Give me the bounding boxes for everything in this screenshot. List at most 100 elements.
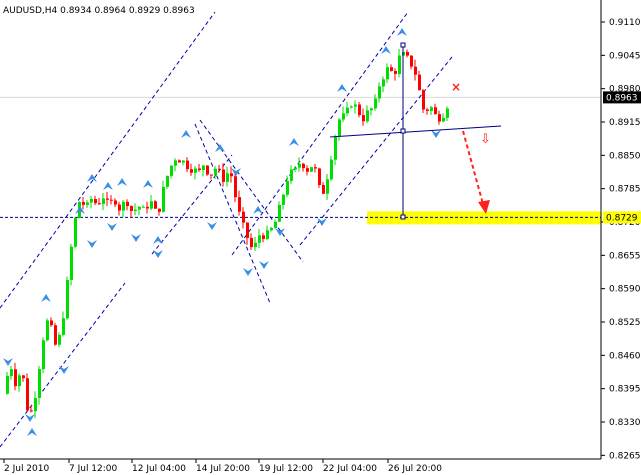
candle-body — [414, 66, 417, 75]
candle-body — [106, 198, 109, 200]
measure-handle-bottom — [400, 214, 406, 220]
candle-body — [194, 168, 197, 173]
candle-body — [394, 70, 397, 75]
candle-body — [238, 197, 241, 212]
candle-body — [30, 410, 33, 412]
candle-body — [390, 67, 393, 71]
y-tick-label: 0.8525 — [609, 318, 641, 328]
candle-body — [318, 168, 321, 185]
candle-body — [322, 184, 325, 194]
candle-body — [150, 201, 153, 209]
candle-body — [270, 228, 273, 231]
candle-body — [154, 201, 157, 209]
candle-body — [110, 199, 113, 201]
candle-body — [158, 208, 161, 212]
candle-body — [142, 206, 145, 208]
y-tick-label: 0.8460 — [609, 351, 641, 361]
candle-body — [438, 114, 441, 122]
candle-body — [266, 230, 269, 239]
candle-body — [98, 203, 101, 205]
candle-body — [138, 206, 141, 210]
y-tick-label: 0.8330 — [609, 418, 641, 428]
x-mark: × — [451, 80, 461, 94]
candle-body — [18, 375, 21, 387]
candle-body — [302, 163, 305, 169]
candle-body — [350, 106, 353, 108]
candle-body — [130, 206, 133, 212]
candle-body — [182, 160, 185, 163]
candle-body — [334, 136, 337, 160]
candle-body — [26, 378, 29, 411]
candle-body — [406, 51, 409, 56]
y-tick-label: 0.8850 — [609, 151, 641, 161]
x-tick-label: 2 Jul 2010 — [4, 464, 49, 474]
candle-body — [434, 107, 437, 115]
x-tick-label: 14 Jul 20:00 — [196, 464, 250, 474]
candle-body — [298, 163, 301, 168]
y-tick-label: 0.8590 — [609, 285, 641, 295]
y-tick-label: 0.8785 — [609, 185, 641, 195]
current-price-label: 0.8963 — [606, 93, 638, 103]
candle-body — [418, 74, 421, 91]
candle-body — [122, 201, 125, 211]
chart-background — [0, 0, 641, 475]
candle-body — [282, 194, 285, 205]
candle-body — [386, 67, 389, 80]
candle-body — [246, 222, 249, 238]
candle-body — [38, 369, 41, 398]
candle-body — [426, 109, 429, 111]
candle-body — [162, 186, 165, 212]
candle-body — [374, 98, 377, 109]
candle-body — [242, 211, 245, 223]
candle-body — [370, 108, 373, 111]
candle-body — [42, 340, 45, 370]
candle-body — [346, 107, 349, 114]
candle-body — [382, 79, 385, 87]
x-tick-label: 26 Jul 20:00 — [388, 464, 442, 474]
target-price-label: 0.8729 — [606, 213, 638, 223]
candle-body — [198, 168, 201, 170]
measure-handle-mid — [400, 128, 406, 134]
candle-body — [22, 375, 25, 379]
x-tick-label: 22 Jul 04:00 — [323, 464, 377, 474]
candle-body — [166, 175, 169, 187]
candle-body — [102, 198, 105, 204]
candle-body — [74, 218, 77, 247]
candle-body — [86, 202, 89, 205]
candle-body — [214, 168, 217, 176]
candle-body — [118, 204, 121, 211]
candle-body — [178, 160, 181, 163]
candle-body — [326, 179, 329, 194]
chart-title: AUDUSD,H4 0.8934 0.8964 0.8929 0.8963 — [3, 6, 195, 16]
candle-body — [330, 159, 333, 180]
x-tick-label: 19 Jul 12:00 — [259, 464, 313, 474]
candle-body — [170, 165, 173, 176]
candle-body — [226, 173, 229, 182]
candle-body — [66, 279, 69, 319]
candle-body — [202, 165, 205, 170]
y-tick-label: 0.8915 — [609, 118, 641, 128]
candle-body — [278, 204, 281, 222]
candle-body — [90, 198, 93, 203]
candle-body — [362, 115, 365, 122]
candle-body — [306, 168, 309, 172]
candle-body — [254, 242, 257, 248]
candle-body — [234, 176, 237, 198]
candle-body — [446, 108, 449, 118]
down-arrow-icon: ⇩ — [480, 132, 491, 147]
y-tick-label: 0.8655 — [609, 251, 641, 261]
candle-body — [134, 209, 137, 212]
candle-body — [50, 320, 53, 326]
candle-body — [430, 107, 433, 111]
candle-body — [54, 325, 57, 345]
y-tick-label: 0.9110 — [609, 18, 641, 28]
candle-body — [222, 169, 225, 182]
candle-body — [186, 160, 189, 170]
y-tick-label: 0.9045 — [609, 51, 641, 61]
candle-body — [422, 90, 425, 110]
price-chart: ×⇩ 0.91100.90450.89800.89150.88500.87850… — [0, 0, 641, 475]
y-tick-label: 0.8265 — [609, 451, 641, 461]
candle-body — [210, 174, 213, 176]
candle-body — [82, 201, 85, 205]
candle-body — [62, 318, 65, 335]
